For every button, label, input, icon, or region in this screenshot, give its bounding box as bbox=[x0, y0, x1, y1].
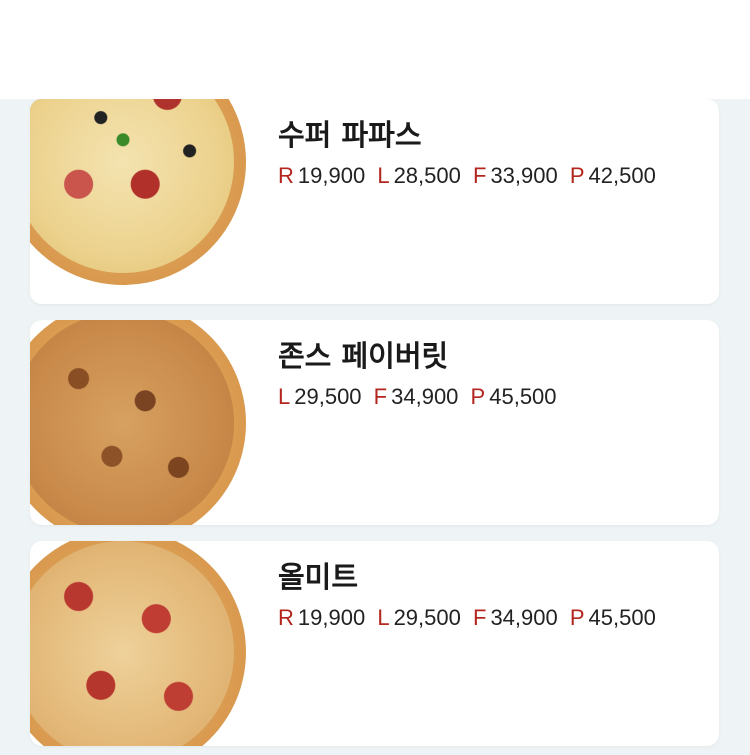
price-amount: 42,500 bbox=[588, 163, 656, 188]
menu-card-super-papas[interactable]: 수퍼 파파스 R 19,900 L 28,500 F 33,900 P 42,500 bbox=[30, 99, 719, 304]
size-code: F bbox=[472, 163, 487, 188]
size-code: F bbox=[373, 384, 388, 409]
price-amount: 19,900 bbox=[297, 163, 366, 188]
price-amount: 34,900 bbox=[391, 384, 459, 409]
top-header-bar bbox=[0, 0, 750, 99]
menu-card-johns-favorite[interactable]: 존스 페이버릿 L 29,500 F 34,900 P 45,500 bbox=[30, 320, 719, 525]
price-amount: 45,500 bbox=[489, 384, 557, 409]
menu-item-name: 존스 페이버릿 bbox=[278, 339, 449, 373]
price-list: R 19,900 L 29,500 F 34,900 P 45,500 bbox=[278, 605, 662, 631]
price-amount: 33,900 bbox=[490, 163, 558, 188]
price-list: L 29,500 F 34,900 P 45,500 bbox=[278, 384, 563, 410]
size-code: L bbox=[278, 384, 291, 409]
price-list: R 19,900 L 28,500 F 33,900 P 42,500 bbox=[278, 163, 662, 189]
price-amount: 34,900 bbox=[490, 605, 558, 630]
price-amount: 29,500 bbox=[393, 605, 461, 630]
pizza-image-super-papas bbox=[30, 99, 248, 304]
price-amount: 19,900 bbox=[297, 605, 366, 630]
size-code: P bbox=[569, 163, 585, 188]
size-code: P bbox=[569, 605, 585, 630]
size-code: L bbox=[377, 163, 390, 188]
price-amount: 29,500 bbox=[294, 384, 362, 409]
pizza-image-johns-favorite bbox=[30, 320, 248, 525]
size-code: F bbox=[472, 605, 487, 630]
menu-item-name: 올미트 bbox=[278, 560, 359, 594]
price-amount: 45,500 bbox=[588, 605, 656, 630]
size-code: R bbox=[278, 605, 294, 630]
size-code: L bbox=[377, 605, 390, 630]
pizza-image-all-meat bbox=[30, 541, 248, 746]
menu-item-name: 수퍼 파파스 bbox=[278, 118, 422, 152]
price-amount: 28,500 bbox=[393, 163, 461, 188]
size-code: R bbox=[278, 163, 294, 188]
size-code: P bbox=[470, 384, 486, 409]
menu-card-all-meat[interactable]: 올미트 R 19,900 L 29,500 F 34,900 P 45,500 bbox=[30, 541, 719, 746]
